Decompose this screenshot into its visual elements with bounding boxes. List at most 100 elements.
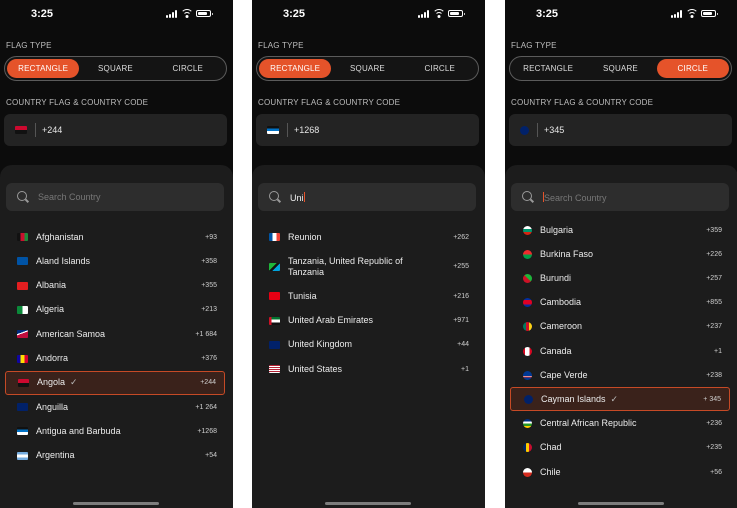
country-row[interactable]: Cambodia +855 — [510, 291, 730, 315]
country-row[interactable]: Albania +355 — [5, 274, 225, 298]
albania-flag-icon — [17, 281, 28, 290]
canada-flag-icon — [523, 346, 532, 356]
country-name: Andorra — [36, 353, 69, 363]
algeria-flag-icon — [17, 305, 28, 314]
country-row[interactable]: Canada +1 — [510, 339, 730, 363]
search-field[interactable]: Search Country — [6, 183, 224, 211]
country-row[interactable]: United States +1 — [257, 357, 477, 381]
country-row[interactable]: Aland Islands +358 — [5, 249, 225, 273]
checkmark-icon: ✓ — [70, 377, 78, 388]
status-time: 3:25 — [283, 8, 306, 20]
country-row[interactable]: Andorra +376 — [5, 347, 225, 371]
text-caret — [303, 191, 305, 202]
country-name: Cape Verde — [540, 369, 588, 380]
phone-screen-3: 3:25 FLAG TYPE RECTANGLE SQUARE CIRCLE C… — [505, 0, 737, 508]
flag-type-rectangle-button[interactable]: RECTANGLE — [512, 59, 584, 78]
country-row[interactable]: Algeria +213 — [5, 298, 225, 322]
car-flag-icon — [523, 419, 532, 429]
flag-type-circle-button[interactable]: CIRCLE — [152, 59, 224, 78]
country-row[interactable]: Tanzania, United Republic of Tanzania +25… — [257, 249, 477, 284]
selected-country-code: +345 — [544, 125, 565, 135]
flag-type-rectangle-button[interactable]: RECTANGLE — [7, 59, 80, 78]
country-row[interactable]: United Kingdom +44 — [257, 333, 477, 357]
country-code: +262 — [453, 233, 469, 241]
country-picker-sheet: Search Country Afghanistan +93 Aland Islan… — [0, 165, 233, 508]
wifi-icon — [433, 9, 444, 18]
flag-type-circle-button[interactable]: CIRCLE — [656, 59, 729, 78]
country-row[interactable]: Bulgaria +359 — [510, 218, 730, 242]
country-name: Argentina — [36, 450, 75, 461]
divider — [537, 123, 538, 137]
search-field[interactable]: Uni — [258, 183, 476, 211]
search-icon — [17, 191, 29, 203]
country-code: +1 — [461, 365, 469, 373]
country-code: +359 — [706, 226, 722, 234]
country-row[interactable]: Central African Republic +236 — [510, 412, 730, 436]
country-picker-sheet: Search Country Bulgaria +359 Burkina Faso +… — [505, 165, 737, 508]
tanzania-flag-icon — [269, 262, 280, 271]
country-name: Chile — [540, 466, 561, 477]
bulgaria-flag-icon — [523, 225, 532, 235]
country-row[interactable]: Anguilla +1 264 — [5, 395, 225, 419]
country-row[interactable]: Afghanistan +93 — [5, 225, 225, 249]
country-picker-sheet: Uni Reunion +262 Tanzania, United Republic… — [252, 165, 485, 508]
uk-flag-icon — [269, 340, 280, 349]
country-row[interactable]: Tunisia +216 — [257, 284, 477, 308]
home-indicator — [578, 502, 664, 505]
burkina-faso-flag-icon — [523, 249, 532, 259]
cayman-islands-flag-icon[interactable] — [520, 125, 529, 135]
flag-type-rectangle-button[interactable]: RECTANGLE — [259, 59, 332, 78]
cape-verde-flag-icon — [523, 370, 532, 380]
country-code-field[interactable]: +1268 — [256, 114, 479, 146]
country-name: Algeria — [36, 304, 65, 315]
home-indicator — [73, 502, 159, 505]
search-icon — [522, 191, 534, 203]
search-input[interactable]: Search Country — [543, 191, 607, 203]
search-field[interactable]: Search Country — [511, 183, 729, 211]
country-name: United Arab Emirates — [288, 315, 374, 326]
country-row[interactable]: Chad +235 — [510, 436, 730, 460]
flag-type-square-button[interactable]: SQUARE — [79, 59, 151, 78]
search-input[interactable]: Uni — [290, 191, 305, 203]
country-code: +244 — [200, 379, 216, 387]
country-row[interactable]: Cape Verde +238 — [510, 363, 730, 387]
country-row[interactable]: Burundi +257 — [510, 266, 730, 290]
country-code: +1268 — [197, 427, 217, 435]
country-row[interactable]: United Arab Emirates +971 — [257, 309, 477, 333]
battery-icon — [701, 10, 718, 17]
country-code: +855 — [706, 299, 722, 307]
wifi-icon — [181, 9, 192, 18]
country-row[interactable]: Cayman Islands ✓ + 345 — [510, 387, 730, 412]
country-code: +1 264 — [195, 403, 217, 411]
country-row[interactable]: Burkina Faso +226 — [510, 242, 730, 266]
status-icons — [418, 9, 465, 18]
flag-type-square-button[interactable]: SQUARE — [331, 59, 403, 78]
country-name: American Samoa — [36, 328, 106, 339]
antigua-flag-icon[interactable] — [267, 126, 279, 134]
battery-icon — [448, 10, 465, 17]
country-code-field[interactable]: +345 — [509, 114, 732, 146]
country-row[interactable]: Chile +56 — [510, 460, 730, 484]
andorra-flag-icon — [17, 354, 28, 363]
search-input[interactable]: Search Country — [38, 192, 101, 202]
country-row[interactable]: Angola ✓ +244 — [5, 370, 225, 395]
status-bar: 3:25 — [505, 0, 737, 28]
country-code: +44 — [457, 341, 469, 349]
country-row[interactable]: Cameroon +237 — [510, 315, 730, 339]
country-code: +355 — [201, 282, 217, 290]
country-row[interactable]: Argentina +54 — [5, 444, 225, 468]
country-row[interactable]: Antigua and Barbuda +1268 — [5, 419, 225, 443]
selected-country-code: +244 — [42, 125, 63, 135]
country-code: +226 — [706, 250, 722, 258]
country-name: Burundi — [540, 272, 572, 283]
country-code-field[interactable]: +244 — [4, 114, 227, 146]
country-name: Tanzania, United Republic of Tanzania — [288, 255, 403, 277]
flag-type-circle-button[interactable]: CIRCLE — [404, 59, 476, 78]
flag-type-square-button[interactable]: SQUARE — [584, 59, 656, 78]
anguilla-flag-icon — [17, 403, 28, 412]
country-row[interactable]: American Samoa +1 684 — [5, 322, 225, 346]
angola-flag-icon[interactable] — [15, 126, 27, 134]
country-row[interactable]: Reunion +262 — [257, 225, 477, 249]
country-code: +358 — [201, 257, 217, 265]
country-name: Cambodia — [540, 297, 582, 308]
